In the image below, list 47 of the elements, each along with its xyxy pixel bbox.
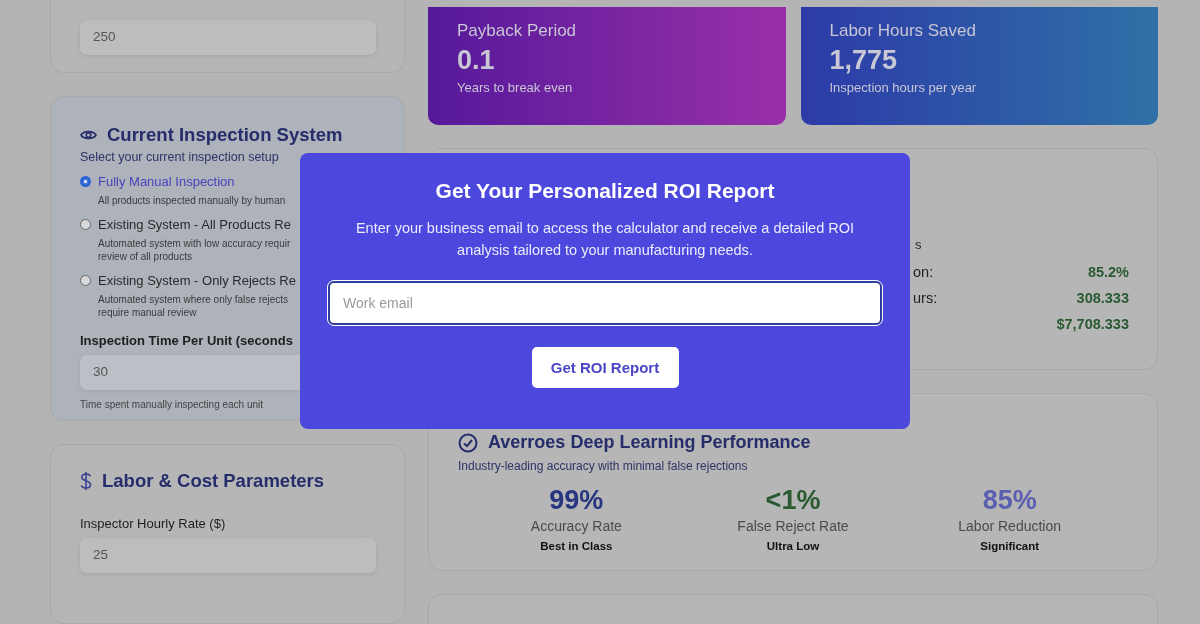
metric-note: Significant <box>980 540 1040 552</box>
section-subtitle: Industry-leading accuracy with minimal false rejections <box>458 459 748 473</box>
option-description: All products inspected manually by human <box>98 194 286 208</box>
field-label: Inspection Time Per Unit (seconds <box>80 333 293 349</box>
stat-title: Labor Hours Saved <box>829 21 976 41</box>
modal-text: Enter your business email to access the calculator and receive a detailed ROI analysis tailored to your manufacturing needs. <box>354 219 856 260</box>
option-label[interactable]: Fully Manual Inspection <box>98 174 286 190</box>
radio-button[interactable] <box>80 275 91 287</box>
metric-label: Accuracy Rate <box>530 518 622 534</box>
modal-title: Get Your Personalized ROI Report <box>435 179 775 203</box>
result-value: 308.333 <box>1076 290 1129 306</box>
section-title: Averroes Deep Learning Performance <box>488 432 811 453</box>
result-label: on: <box>913 264 934 280</box>
option-description: Automated system where only false rejects require manual review <box>98 293 290 320</box>
dollar-icon <box>80 470 92 491</box>
results-heading: s <box>915 237 922 252</box>
metric-note: Best in Class <box>540 540 613 552</box>
field-label: Inspector Hourly Rate ($) <box>80 515 226 531</box>
metric-value: 99% <box>549 485 604 516</box>
section-title: Labor & Cost Parameters <box>102 469 325 492</box>
stat-title: Payback Period <box>457 21 577 41</box>
section-subtitle: Select your current inspection setup <box>80 150 279 165</box>
field-hint: Time spent manually inspecting each unit <box>80 399 264 411</box>
metric-label: Labor Reduction <box>958 518 1062 534</box>
result-label: urs: <box>913 290 938 306</box>
circle-check-icon <box>458 432 478 453</box>
option-label[interactable]: Existing System - All Products Re <box>98 217 291 233</box>
option-description: Automated system with low accuracy requir review of all products <box>98 237 291 264</box>
working-days-field[interactable]: 250 <box>80 20 376 55</box>
result-value: $7,708.333 <box>1056 316 1129 332</box>
metric-note: Ultra Low <box>766 540 820 552</box>
stat-caption: Years to break even <box>457 80 573 95</box>
get-report-button[interactable]: Get ROI Report <box>531 347 679 388</box>
stat-value: 1,775 <box>829 45 898 76</box>
metric-value: <1% <box>765 485 821 516</box>
result-value: 85.2% <box>1087 264 1129 280</box>
radio-button[interactable] <box>80 176 91 188</box>
hourly-rate-field[interactable]: 25 <box>80 537 376 573</box>
eye-icon <box>80 129 97 142</box>
radio-button[interactable] <box>80 219 91 231</box>
metric-value: 85% <box>982 485 1037 516</box>
stat-caption: Inspection hours per year <box>829 80 977 95</box>
stat-value: 0.1 <box>457 45 495 76</box>
metric-label: False Reject Rate <box>737 518 849 534</box>
email-field[interactable]: Work email <box>328 281 882 325</box>
option-label[interactable]: Existing System - Only Rejects Re <box>98 273 296 289</box>
section-title: Current Inspection System <box>107 124 343 147</box>
